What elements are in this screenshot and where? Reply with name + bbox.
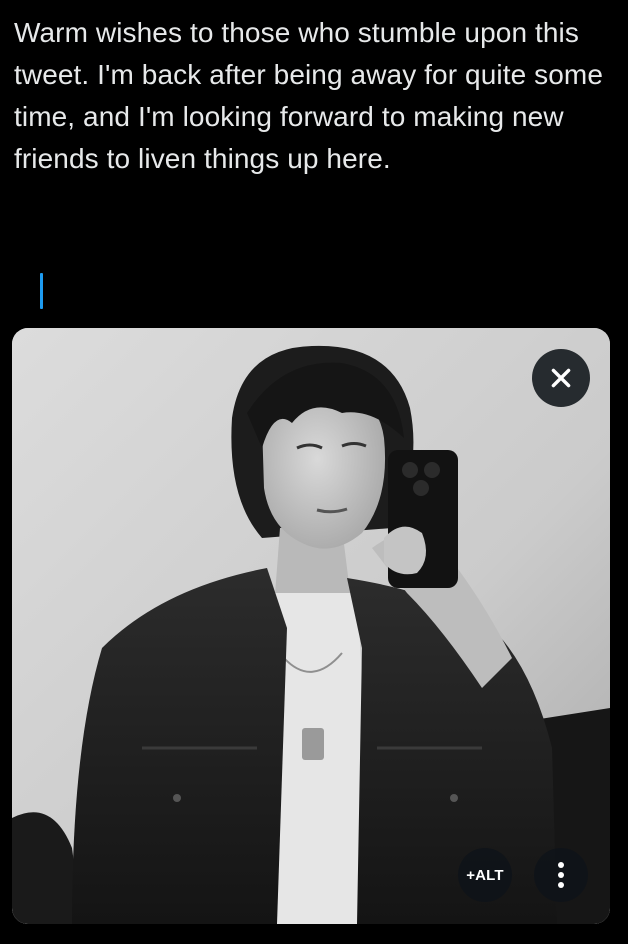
text-cursor <box>40 273 43 309</box>
tweet-composer: Warm wishes to those who stumble upon th… <box>0 0 628 944</box>
attached-photo: +ALT <box>12 328 610 924</box>
tweet-text-input[interactable]: Warm wishes to those who stumble upon th… <box>14 12 604 180</box>
close-icon <box>551 368 571 388</box>
more-vertical-icon <box>558 862 564 888</box>
add-alt-text-button[interactable]: +ALT <box>458 848 512 902</box>
photo-image <box>12 328 610 924</box>
media-more-button[interactable] <box>534 848 588 902</box>
remove-media-button[interactable] <box>532 349 590 407</box>
